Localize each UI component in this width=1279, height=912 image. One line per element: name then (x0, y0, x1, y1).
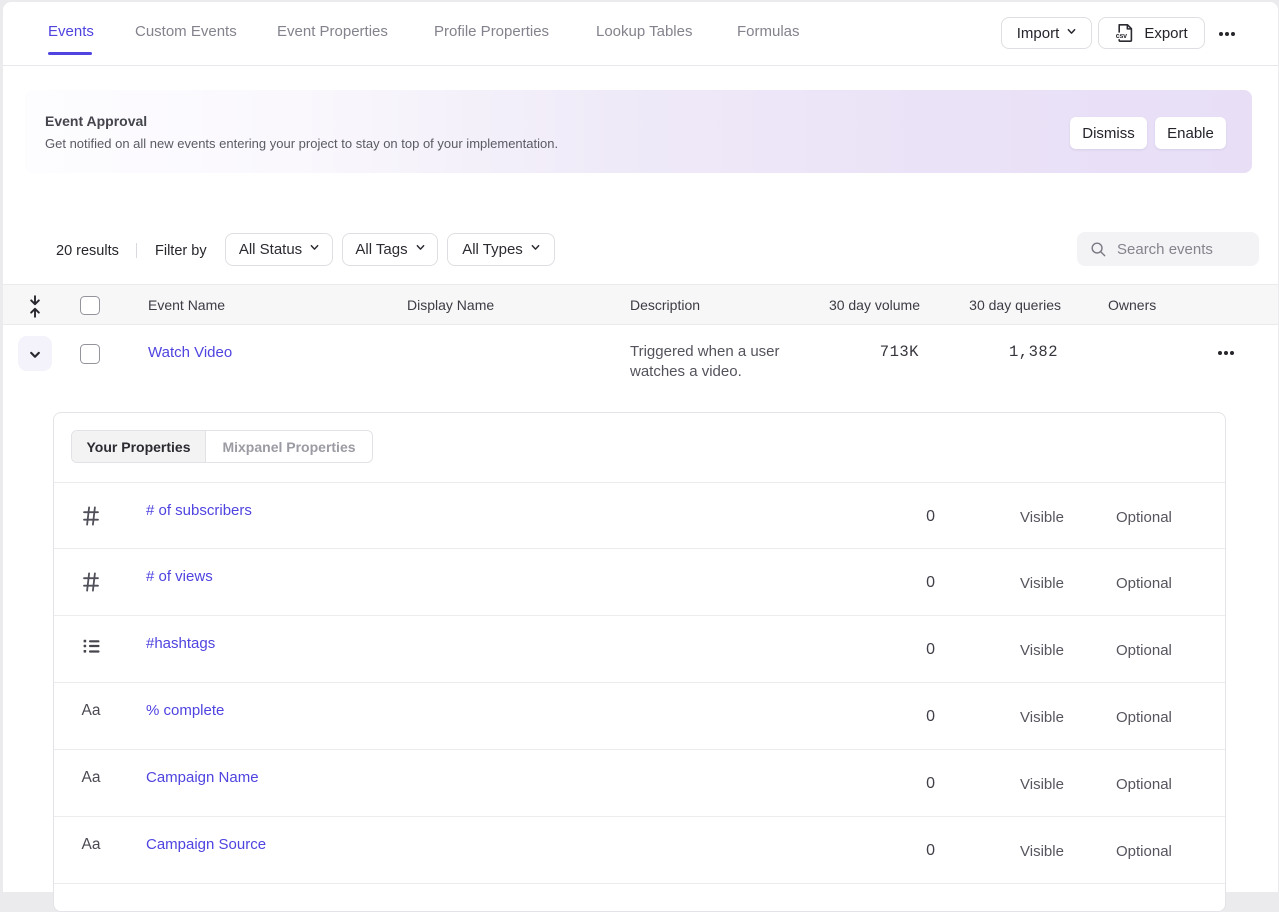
svg-text:csv: csv (1116, 33, 1127, 40)
